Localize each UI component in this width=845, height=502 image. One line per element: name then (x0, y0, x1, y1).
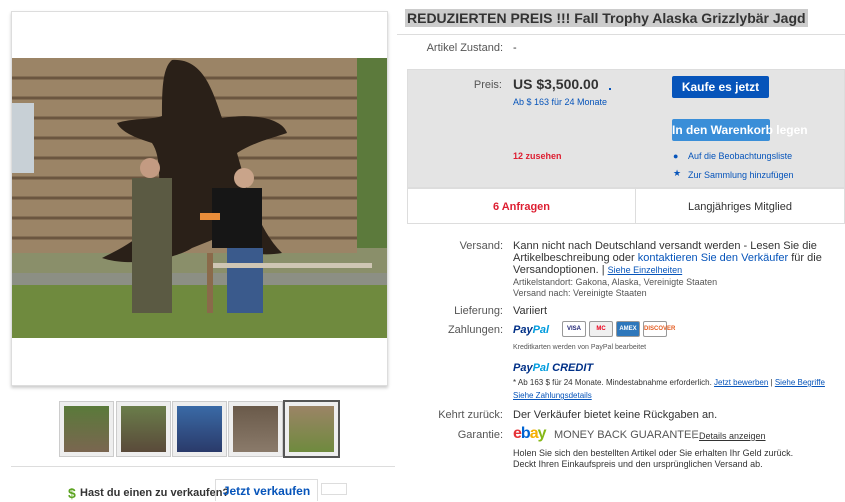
star-icon: ★ (673, 168, 682, 178)
separator: | (692, 429, 695, 439)
grizzly-photo (12, 58, 387, 338)
see-terms-link[interactable]: Siehe Begriffe (775, 378, 825, 387)
paypal-logo: PayPal (513, 324, 550, 336)
card-logos: VISA MC AMEX DISCOVER (562, 321, 675, 339)
amex-icon: AMEX (616, 321, 640, 337)
watchers-count: 12 zusehen (513, 151, 562, 161)
apply-now-link[interactable]: Jetzt bewerben (714, 378, 768, 387)
contact-seller-link[interactable]: kontaktieren Sie den Verkäufer (638, 252, 788, 264)
returns-label: Kehrt zurück: (438, 409, 503, 421)
price-amount: US $3,500.00 (513, 76, 599, 92)
paypal-credit-logo: PayPal CREDIT (513, 362, 594, 374)
guarantee-label: Garantie: (457, 429, 503, 441)
thumbnail-1[interactable] (59, 401, 114, 457)
payments-label: Zahlungen: (447, 324, 503, 336)
dollar-icon: $ (68, 485, 76, 501)
condition-label: Artikel Zustand: (426, 42, 503, 54)
price-label: Preis: (473, 79, 502, 91)
installment-link[interactable]: Ab $ 163 für 24 Monate (513, 97, 607, 107)
condition-value: - (513, 42, 517, 54)
credit-note: * Ab 163 $ für 24 Monate. Mindestabnahme… (513, 378, 712, 387)
guarantee-details-link[interactable]: Details anzeigen (699, 431, 766, 441)
ebay-logo: ebay (513, 425, 546, 442)
member-badge: Langjähriges Mitglied (688, 201, 792, 213)
thumbnail-4[interactable] (228, 401, 283, 457)
returns-value: Der Verkäufer bietet keine Rückgaben an. (513, 409, 718, 421)
inquiries-count: 6 Anfragen (492, 201, 551, 213)
eye-icon: ● (673, 151, 679, 161)
main-image-frame[interactable] (11, 11, 388, 386)
paypal-note: Kreditkarten werden von PayPal bearbeite… (513, 344, 647, 351)
visa-icon: VISA (562, 321, 586, 337)
guarantee-text-2: Deckt Ihren Einkaufspreis und den ursprü… (513, 459, 763, 469)
thumbnail-3[interactable] (172, 401, 227, 457)
discover-icon: DISCOVER (643, 321, 675, 337)
thumbnail-5[interactable] (283, 400, 340, 458)
collection-link[interactable]: Zur Sammlung hinzufügen (688, 170, 794, 180)
guarantee-text: Holen Sie sich den bestellten Artikel od… (513, 448, 794, 458)
thumbnail-2[interactable] (116, 401, 171, 457)
credit-terms: * Ab 163 $ für 24 Monate. Mindestabnahme… (513, 378, 825, 387)
divider (397, 34, 845, 35)
shipping-text: Kann nicht nach Deutschland versandt wer… (513, 240, 822, 276)
guarantee-title: MONEY BACK GUARANTEE (554, 429, 699, 441)
sell-now-button[interactable]: Jetzt verkaufen (215, 479, 318, 501)
sell-bar: $ Hast du einen zu verkaufen? Jetzt verk… (11, 466, 395, 501)
mastercard-icon: MC (589, 321, 613, 337)
main-image[interactable] (12, 58, 387, 338)
shipping-label: Versand: (459, 240, 503, 252)
info-dot (609, 88, 611, 90)
sell-question: Hast du einen zu verkaufen? (80, 487, 230, 499)
buy-now-button[interactable]: Kaufe es jetzt (672, 76, 769, 98)
ships-to: Versand nach: Vereinigte Staaten (513, 288, 647, 298)
payment-details-link[interactable]: Siehe Zahlungsdetails (513, 391, 592, 400)
watchlist-link[interactable]: Auf die Beobachtungsliste (688, 151, 792, 161)
sell-box (321, 483, 347, 495)
shipping-details-link[interactable]: Siehe Einzelheiten (608, 265, 683, 275)
delivery-label: Lieferung: (454, 305, 503, 317)
item-location: Artikelstandort: Gakona, Alaska, Vereini… (513, 277, 718, 287)
listing-title: REDUZIERTEN PREIS !!! Fall Trophy Alaska… (405, 9, 808, 27)
add-to-cart-button[interactable]: In den Warenkorb legen (672, 119, 808, 141)
delivery-value: Variiert (513, 305, 548, 317)
